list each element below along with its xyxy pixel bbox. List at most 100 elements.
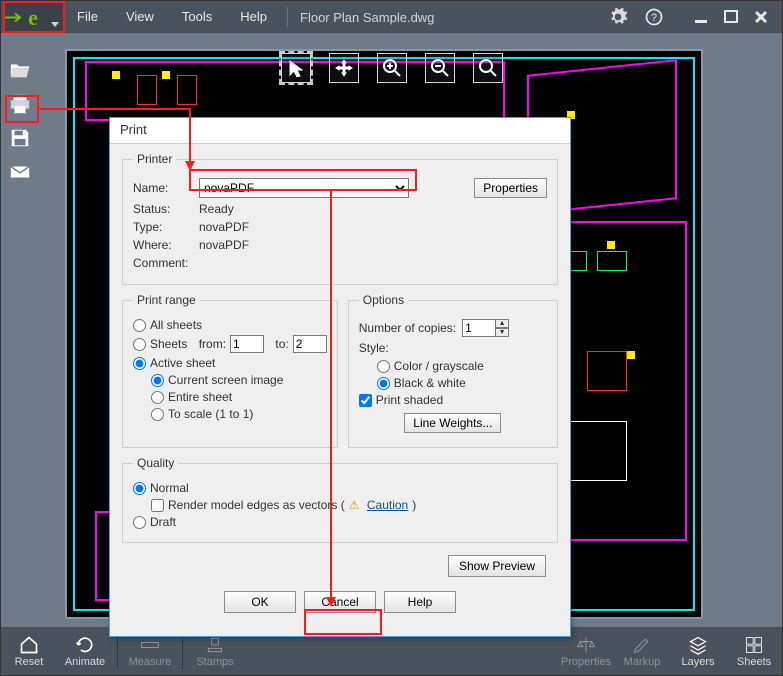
printer-properties-button[interactable]: Properties xyxy=(474,178,547,198)
arrow-down-icon xyxy=(326,597,336,607)
app-logo-button[interactable]: e xyxy=(3,3,63,33)
gear-icon xyxy=(608,7,628,27)
home-icon xyxy=(19,635,39,655)
range-active-radio[interactable]: Active sheet xyxy=(133,356,327,370)
separator xyxy=(287,7,288,27)
stamp-icon xyxy=(205,635,225,655)
refresh-icon xyxy=(75,635,95,655)
menu-file[interactable]: File xyxy=(63,1,112,33)
arrow-right-icon xyxy=(5,10,25,25)
callout-arrow xyxy=(39,108,189,110)
scales-icon xyxy=(576,635,596,655)
range-all-radio[interactable]: All sheets xyxy=(133,318,327,332)
range-current-radio[interactable]: Current screen image xyxy=(151,373,327,387)
pan-tool[interactable] xyxy=(329,53,359,83)
printer-name-select[interactable]: novaPDF xyxy=(199,178,409,198)
printer-icon xyxy=(9,93,31,115)
warning-icon: ⚠ xyxy=(349,498,363,512)
open-button[interactable] xyxy=(5,57,35,83)
print-dialog: Print Printer Name: novaPDF Properties S… xyxy=(109,117,571,637)
stamps-button[interactable]: Stamps xyxy=(187,635,243,668)
layers-icon xyxy=(688,635,708,655)
caret-down-icon xyxy=(51,16,59,31)
zoom-in-icon xyxy=(382,58,402,78)
quality-group: Quality Normal Render model edges as vec… xyxy=(122,456,558,543)
where-label: Where: xyxy=(133,238,193,252)
quality-draft-radio[interactable]: Draft xyxy=(133,515,547,529)
options-group: Options Number of copies: ▲▼ Style: Colo… xyxy=(348,293,558,448)
help-icon: ? xyxy=(644,7,664,27)
spin-up-icon[interactable]: ▲ xyxy=(495,319,509,328)
reset-button[interactable]: Reset xyxy=(1,635,57,668)
range-from-input[interactable] xyxy=(230,335,264,353)
folder-open-icon xyxy=(9,59,31,81)
markup-button[interactable]: Markup xyxy=(614,635,670,668)
cursor-icon xyxy=(287,59,305,77)
close-icon xyxy=(754,10,768,24)
pencil-icon xyxy=(632,635,652,655)
settings-button[interactable] xyxy=(604,3,632,31)
canvas-tools xyxy=(281,53,503,83)
style-color-radio[interactable]: Color / grayscale xyxy=(377,359,547,373)
left-toolbar xyxy=(5,57,39,185)
range-legend: Print range xyxy=(133,293,200,307)
minimize-button[interactable] xyxy=(686,6,716,28)
dialog-title: Print xyxy=(110,118,570,144)
cancel-button[interactable]: Cancel xyxy=(304,591,376,613)
zoom-extents-tool[interactable] xyxy=(473,53,503,83)
menu-help[interactable]: Help xyxy=(226,1,281,33)
type-label: Type: xyxy=(133,220,193,234)
minimize-icon xyxy=(694,10,708,24)
quality-legend: Quality xyxy=(133,456,178,470)
type-value: novaPDF xyxy=(199,220,249,234)
where-value: novaPDF xyxy=(199,238,249,252)
print-range-group: Print range All sheets Sheets from: to: … xyxy=(122,293,338,448)
move-icon xyxy=(334,58,354,78)
zoom-in-tool[interactable] xyxy=(377,53,407,83)
spin-down-icon[interactable]: ▼ xyxy=(495,328,509,337)
animate-button[interactable]: Animate xyxy=(57,635,113,668)
status-label: Status: xyxy=(133,202,193,216)
floppy-icon xyxy=(9,127,31,149)
render-vectors-check[interactable]: Render model edges as vectors (⚠ Caution… xyxy=(151,498,547,512)
range-entire-radio[interactable]: Entire sheet xyxy=(151,390,327,404)
grid-icon xyxy=(744,635,764,655)
show-preview-button[interactable]: Show Preview xyxy=(448,555,546,577)
style-bw-radio[interactable]: Black & white xyxy=(377,376,547,390)
print-button[interactable] xyxy=(5,91,35,117)
print-shaded-check[interactable]: Print shaded xyxy=(359,393,547,407)
logo-e-icon: e xyxy=(28,5,38,31)
save-button[interactable] xyxy=(5,125,35,151)
menu-view[interactable]: View xyxy=(112,1,168,33)
layers-button[interactable]: Layers xyxy=(670,635,726,668)
close-button[interactable] xyxy=(746,6,776,28)
copies-spinner[interactable]: ▲▼ xyxy=(462,319,509,337)
help-button[interactable]: ? xyxy=(640,3,668,31)
quality-normal-radio[interactable]: Normal xyxy=(133,481,547,495)
range-scale-radio[interactable]: To scale (1 to 1) xyxy=(151,407,327,421)
caution-link[interactable]: Caution xyxy=(367,498,408,512)
maximize-button[interactable] xyxy=(716,6,746,28)
document-title: Floor Plan Sample.dwg xyxy=(294,10,434,25)
sheets-button[interactable]: Sheets xyxy=(726,635,782,668)
measure-button[interactable]: Measure xyxy=(122,635,178,668)
arrow-down-icon xyxy=(185,161,195,171)
envelope-icon xyxy=(9,161,31,183)
zoom-out-icon xyxy=(430,58,450,78)
copies-label: Number of copies: xyxy=(359,321,456,335)
ruler-icon xyxy=(140,635,160,655)
help-button-dlg[interactable]: Help xyxy=(384,591,456,613)
properties-button[interactable]: Properties xyxy=(558,635,614,668)
mail-button[interactable] xyxy=(5,159,35,185)
maximize-icon xyxy=(724,10,738,24)
style-label: Style: xyxy=(359,341,389,355)
printer-group: Printer Name: novaPDF Properties Status:… xyxy=(122,152,558,285)
menu-tools[interactable]: Tools xyxy=(168,1,226,33)
callout-arrow xyxy=(189,108,191,166)
line-weights-button[interactable]: Line Weights... xyxy=(404,413,501,433)
range-to-input[interactable] xyxy=(293,335,327,353)
ok-button[interactable]: OK xyxy=(224,591,296,613)
select-tool[interactable] xyxy=(281,53,311,83)
zoom-out-tool[interactable] xyxy=(425,53,455,83)
range-sheets-radio[interactable]: Sheets from: to: xyxy=(133,335,327,353)
